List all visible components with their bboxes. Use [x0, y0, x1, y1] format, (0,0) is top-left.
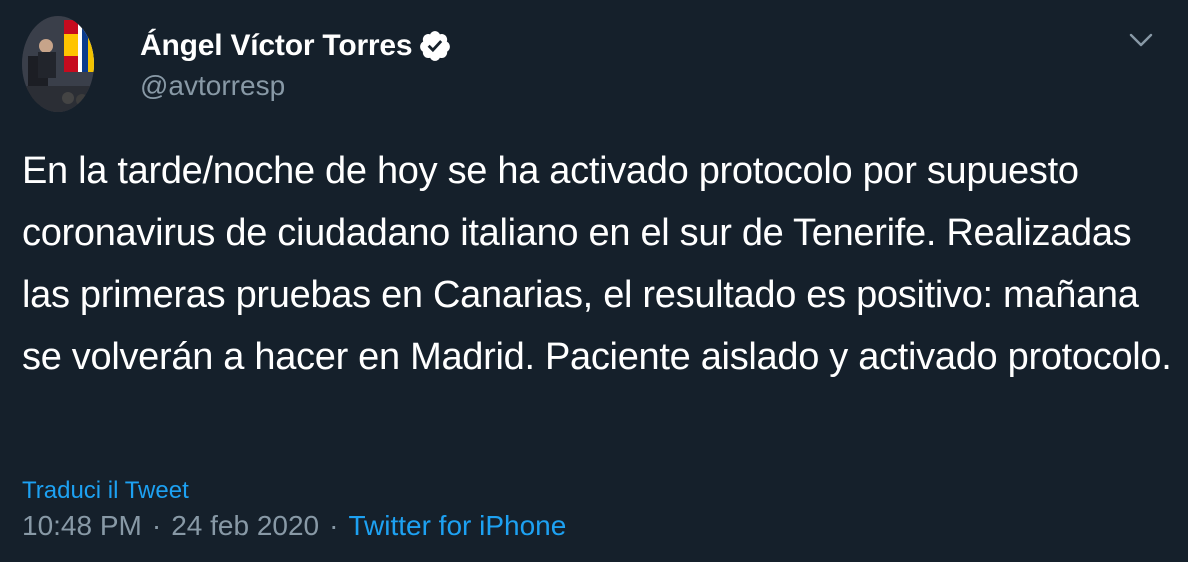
- meta-separator: ·: [329, 510, 339, 541]
- author-handle[interactable]: @avtorresp: [140, 70, 285, 102]
- tweet-date[interactable]: 24 feb 2020: [171, 510, 319, 542]
- tweet-source-link[interactable]: Twitter for iPhone: [348, 510, 566, 542]
- verified-badge-icon: [420, 31, 451, 61]
- tweet-card: Ángel Víctor Torres @avtorresp En la tar…: [0, 0, 1188, 562]
- avatar[interactable]: [22, 16, 94, 112]
- tweet-time[interactable]: 10:48 PM: [22, 510, 142, 542]
- display-name[interactable]: Ángel Víctor Torres: [140, 29, 413, 63]
- author-name-row[interactable]: Ángel Víctor Torres: [140, 27, 452, 65]
- chevron-down-icon[interactable]: [1126, 28, 1156, 52]
- meta-separator: ·: [151, 510, 162, 541]
- translate-tweet-link[interactable]: Traduci il Tweet: [22, 477, 189, 505]
- avatar-photo: [22, 16, 94, 112]
- tweet-metadata: 10:48 PM · 24 feb 2020 · Twitter for iPh…: [22, 510, 566, 542]
- tweet-text: En la tarde/noche de hoy se ha activado …: [22, 150, 1172, 378]
